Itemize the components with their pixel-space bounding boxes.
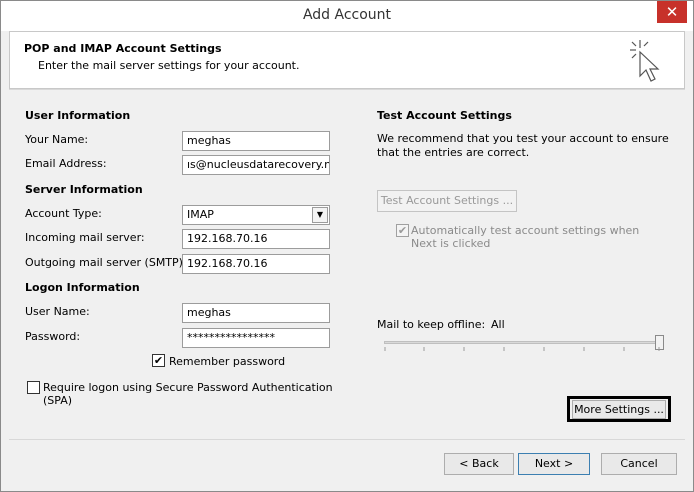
offline-slider-track[interactable] — [384, 341, 664, 344]
header-subtitle: Enter the mail server settings for your … — [38, 59, 300, 72]
remember-password-label: Remember password — [169, 355, 286, 368]
offline-value: All — [491, 318, 505, 331]
incoming-server-field[interactable]: 192.168.70.16 — [182, 229, 330, 249]
chevron-down-icon[interactable]: ▼ — [312, 207, 328, 223]
more-settings-button[interactable]: More Settings ... — [572, 400, 666, 419]
email-address-field[interactable]: ıs@nucleusdatarecovery.net — [182, 155, 330, 175]
next-button[interactable]: Next > — [518, 453, 590, 475]
account-type-value: IMAP — [187, 208, 214, 221]
close-button[interactable]: ✕ — [657, 1, 687, 23]
user-information-heading: User Information — [25, 109, 131, 122]
header-title: POP and IMAP Account Settings — [24, 42, 222, 55]
header-panel: POP and IMAP Account Settings Enter the … — [9, 31, 685, 89]
test-account-settings-button[interactable]: Test Account Settings ... — [377, 190, 517, 212]
server-information-heading: Server Information — [25, 183, 143, 196]
window-title: Add Account — [302, 7, 392, 23]
outgoing-server-field[interactable]: 192.168.70.16 — [182, 254, 330, 274]
cancel-button[interactable]: Cancel — [601, 453, 677, 475]
spa-label: Require logon using Secure Password Auth… — [43, 381, 333, 407]
incoming-server-label: Incoming mail server: — [25, 231, 145, 244]
email-address-label: Email Address: — [25, 157, 107, 170]
account-type-label: Account Type: — [25, 207, 102, 220]
your-name-field[interactable]: meghas — [182, 131, 330, 151]
magic-wand-cursor-icon — [630, 40, 660, 82]
offline-label: Mail to keep offline: — [377, 318, 486, 331]
account-type-select[interactable]: IMAP ▼ — [182, 205, 330, 225]
title-bar: Add Account ✕ — [1, 1, 693, 31]
user-name-field[interactable]: meghas — [182, 303, 330, 323]
test-account-heading: Test Account Settings — [377, 109, 512, 122]
test-description: We recommend that you test your account … — [377, 132, 669, 159]
user-name-label: User Name: — [25, 305, 90, 318]
spa-checkbox[interactable] — [27, 381, 40, 394]
header-divider — [9, 89, 685, 90]
outgoing-server-label: Outgoing mail server (SMTP): — [25, 256, 187, 269]
remember-password-checkbox[interactable]: ✔ — [152, 354, 165, 367]
add-account-dialog: Add Account ✕ POP and IMAP Account Setti… — [0, 0, 694, 492]
logon-information-heading: Logon Information — [25, 281, 140, 294]
password-field[interactable]: **************** — [182, 328, 330, 348]
back-button[interactable]: < Back — [444, 453, 514, 475]
auto-test-label: Automatically test account settings when… — [411, 224, 640, 250]
your-name-label: Your Name: — [25, 133, 89, 146]
slider-ticks — [384, 347, 660, 351]
footer-divider — [9, 439, 685, 440]
auto-test-checkbox[interactable]: ✔ — [396, 224, 409, 237]
password-label: Password: — [25, 330, 81, 343]
